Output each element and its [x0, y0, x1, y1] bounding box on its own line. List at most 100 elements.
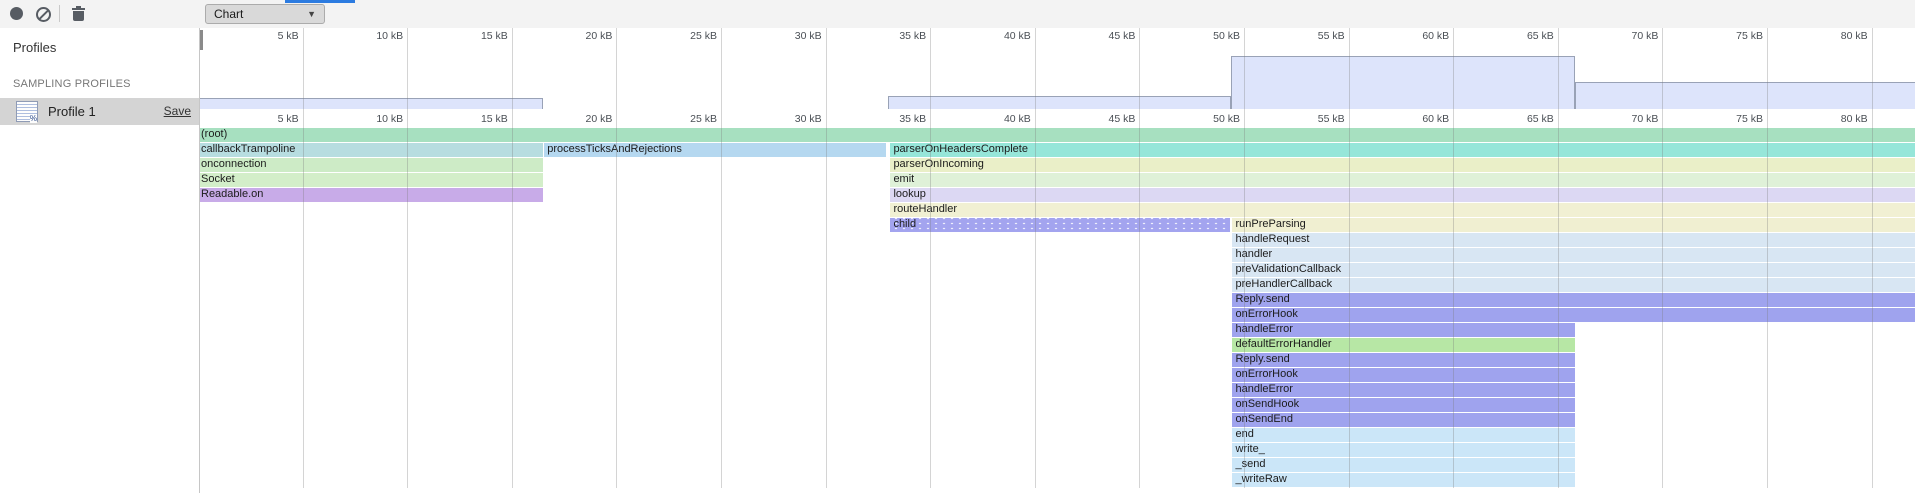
profiles-header: Profiles	[0, 28, 199, 55]
flame-bar-label: Socket	[201, 173, 235, 185]
flame-chart-rows: (root)callbackTrampoline processTicksAndR…	[200, 128, 1915, 488]
flame-bar-label: lookup	[893, 188, 925, 200]
flame-bar[interactable]: handleError	[1232, 323, 1574, 337]
save-profile-link[interactable]: Save	[164, 104, 191, 118]
overview-drag-handle[interactable]	[200, 30, 203, 50]
ruler-tick-label: 60 kB	[1379, 30, 1449, 42]
profile-name: Profile 1	[48, 104, 96, 119]
flame-bar[interactable]: callbackTrampoline	[200, 143, 543, 157]
flame-bar[interactable]: Reply.send	[1232, 293, 1915, 307]
ruler-tick-label: 65 kB	[1484, 30, 1554, 42]
flame-bar[interactable]: routeHandler	[890, 203, 1915, 217]
ruler-tick-label: 30 kB	[752, 30, 822, 42]
flame-bar[interactable]: defaultErrorHandler	[1232, 338, 1574, 352]
flame-bar[interactable]: parserOnHeadersComplete	[890, 143, 1915, 157]
flame-bar-label: emit	[893, 173, 914, 185]
flame-bar[interactable]: runPreParsing	[1232, 218, 1915, 232]
ruler-tick-label: 55 kB	[1275, 113, 1345, 125]
flame-bar[interactable]: _send	[1232, 458, 1574, 472]
clear-all-icon[interactable]	[36, 7, 51, 22]
ruler-tick-label: 50 kB	[1170, 30, 1240, 42]
ruler-tick-label: 15 kB	[438, 113, 508, 125]
flame-bar-label: processTicksAndRejections	[547, 143, 682, 155]
trash-icon[interactable]	[72, 7, 85, 21]
ruler-tick-label: 10 kB	[333, 30, 403, 42]
flame-bar-label: preValidationCallback	[1235, 263, 1341, 275]
flame-bar[interactable]: handler	[1232, 248, 1915, 262]
overview-area-segment	[1575, 82, 1915, 109]
ruler-tick-label: 65 kB	[1484, 113, 1554, 125]
flame-bar[interactable]: preHandlerCallback	[1232, 278, 1915, 292]
record-icon[interactable]	[10, 7, 23, 20]
flame-bar[interactable]: onconnection	[200, 158, 543, 172]
ruler-tick-label: 30 kB	[752, 113, 822, 125]
flame-bar[interactable]: onErrorHook	[1232, 308, 1915, 322]
ruler-tick-label: 25 kB	[647, 113, 717, 125]
flame-bar[interactable]: preValidationCallback	[1232, 263, 1915, 277]
flame-bar-label: Reply.send	[1235, 353, 1289, 365]
flame-bar[interactable]: Socket	[200, 173, 543, 187]
ruler-tick-label: 45 kB	[1065, 113, 1135, 125]
ruler-tick-label: 35 kB	[856, 30, 926, 42]
flame-bar[interactable]: processTicksAndRejections	[544, 143, 886, 157]
ruler-tick-label: 75 kB	[1693, 113, 1763, 125]
flame-bar-label: onSendEnd	[1235, 413, 1293, 425]
ruler-tick-label: 55 kB	[1275, 30, 1345, 42]
flame-bar[interactable]: onSendHook	[1232, 398, 1574, 412]
ruler-tick-label: 75 kB	[1693, 30, 1763, 42]
flame-bar[interactable]: handleRequest	[1232, 233, 1915, 247]
flame-bar-label: onSendHook	[1235, 398, 1299, 410]
ruler-tick-label: 80 kB	[1798, 30, 1868, 42]
flame-bar-label: handleRequest	[1235, 233, 1309, 245]
flame-bar[interactable]: write_	[1232, 443, 1574, 457]
ruler-tick-label: 25 kB	[647, 30, 717, 42]
flame-bar[interactable]: emit	[890, 173, 1915, 187]
ruler-tick-label: 70 kB	[1588, 30, 1658, 42]
flame-bar-label: Readable.on	[201, 188, 263, 200]
flame-bar-label: onconnection	[201, 158, 266, 170]
ruler-tick-label: 45 kB	[1065, 30, 1135, 42]
flame-bar-label: write_	[1235, 443, 1264, 455]
flame-bar-label: onErrorHook	[1235, 368, 1297, 380]
allocation-overview[interactable]: 5 kB10 kB15 kB20 kB25 kB30 kB35 kB40 kB4…	[200, 28, 1915, 111]
active-tab-indicator	[285, 0, 355, 3]
flame-bar-label: defaultErrorHandler	[1235, 338, 1331, 350]
ruler-tick-label: 60 kB	[1379, 113, 1449, 125]
ruler-tick-label: 20 kB	[542, 113, 612, 125]
flame-bar-label: handleError	[1235, 323, 1292, 335]
flame-bar[interactable]: parserOnIncoming	[890, 158, 1915, 172]
flame-bar[interactable]: onSendEnd	[1232, 413, 1574, 427]
ruler-tick-label: 50 kB	[1170, 113, 1240, 125]
flame-bar-label: runPreParsing	[1235, 218, 1305, 230]
heap-profile-icon: %	[16, 101, 38, 122]
flame-bar[interactable]: _writeRaw	[1232, 473, 1574, 487]
flame-bar[interactable]: lookup	[890, 188, 1915, 202]
memory-profiler-panel: Chart ▼ Profiles SAMPLING PROFILES % Pro…	[0, 0, 1915, 493]
flame-chart-area: 5 kB10 kB15 kB20 kB25 kB30 kB35 kB40 kB4…	[200, 28, 1915, 493]
view-mode-dropdown[interactable]: Chart ▼	[205, 4, 325, 24]
chevron-down-icon: ▼	[307, 5, 316, 24]
flame-bar[interactable]: Reply.send	[1232, 353, 1574, 367]
profile-list-item[interactable]: % Profile 1 Save	[0, 98, 199, 125]
flame-bar[interactable]: onErrorHook	[1232, 368, 1574, 382]
flame-bar[interactable]: child	[890, 218, 1230, 232]
overview-area-segment	[1231, 56, 1574, 109]
flame-bar-label: preHandlerCallback	[1235, 278, 1332, 290]
flame-bar-label: _writeRaw	[1235, 473, 1286, 485]
flame-bar[interactable]: (root)	[200, 128, 1915, 142]
sampling-profiles-section-label: SAMPLING PROFILES	[0, 55, 199, 90]
ruler-tick-label: 15 kB	[438, 30, 508, 42]
flame-bar-label: callbackTrampoline	[201, 143, 295, 155]
flame-bar[interactable]: Readable.on	[200, 188, 543, 202]
ruler-tick-label: 20 kB	[542, 30, 612, 42]
ruler-tick-label: 10 kB	[333, 113, 403, 125]
flame-bar-label: routeHandler	[893, 203, 957, 215]
ruler-tick-label: 40 kB	[961, 30, 1031, 42]
flame-bar-label: Reply.send	[1235, 293, 1289, 305]
flame-bar-label: handleError	[1235, 383, 1292, 395]
overview-area-segment	[888, 96, 1231, 109]
ruler-tick-label: 70 kB	[1588, 113, 1658, 125]
flame-bar[interactable]: handleError	[1232, 383, 1574, 397]
flame-bar[interactable]: end	[1232, 428, 1574, 442]
flame-bar-label: child	[893, 218, 916, 230]
